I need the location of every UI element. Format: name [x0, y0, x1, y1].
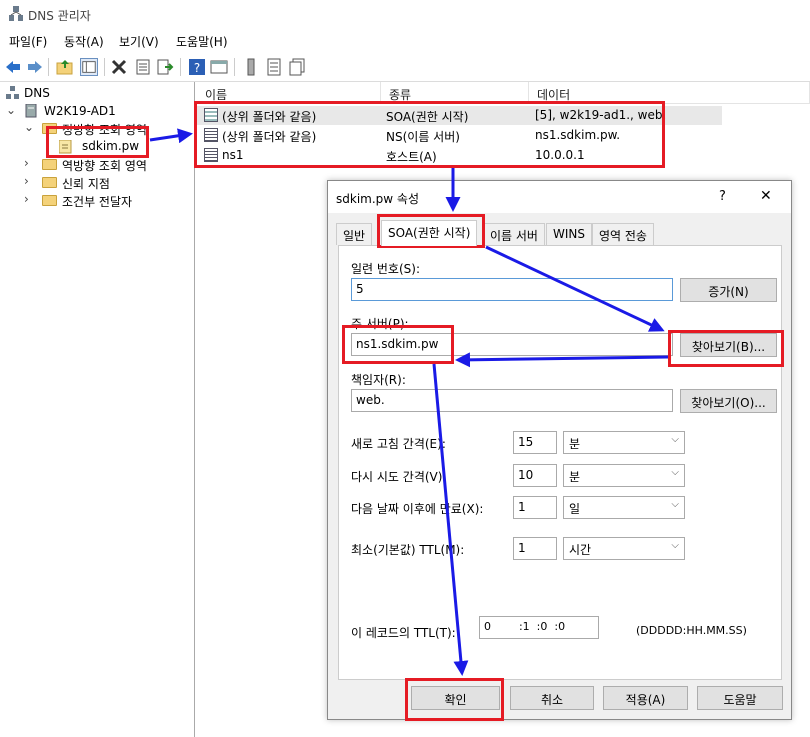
chevron-down-icon: ⌵	[671, 499, 679, 510]
back-arrow-icon[interactable]	[4, 58, 22, 76]
min-ttl-field[interactable]: 1	[513, 537, 557, 560]
folder-icon	[42, 177, 57, 188]
menu-view[interactable]: 보기(V)	[119, 33, 159, 50]
tab-wins[interactable]: WINS	[546, 223, 592, 245]
chevron-down-icon: ⌵	[671, 467, 679, 478]
tab-zone-transfers[interactable]: 영역 전송	[592, 223, 654, 245]
svg-text:?: ?	[194, 61, 200, 75]
retry-interval-label: 다시 시도 간격(V):	[351, 470, 447, 484]
increment-button[interactable]: 증가(N)	[680, 278, 777, 302]
min-ttl-unit-select[interactable]: 시간 ⌵	[563, 537, 685, 560]
console-tree: DNS ⌄ W2K19-AD1 ⌄ 정방향 조회 영역 sdkim.pw › 역…	[0, 82, 195, 737]
record-ttl-field[interactable]: 0 :1 :0 :0	[479, 616, 599, 639]
refresh-interval-field[interactable]: 15	[513, 431, 557, 454]
multi-record-icon[interactable]	[288, 58, 306, 76]
serial-number-field[interactable]: 5	[351, 278, 673, 301]
highlight-ok-button	[405, 678, 504, 721]
tree-label: 신뢰 지점	[62, 177, 110, 191]
expire-field[interactable]: 1	[513, 496, 557, 519]
tree-label: DNS	[24, 86, 50, 100]
delete-icon[interactable]	[110, 58, 128, 76]
ttl-format-hint: (DDDDD:HH.MM.SS)	[636, 624, 747, 637]
expire-label: 다음 날짜 이후에 만료(X):	[351, 502, 484, 516]
dns-app-icon	[9, 6, 23, 21]
toolbar-divider	[234, 58, 235, 76]
chevron-right-icon[interactable]: ›	[24, 174, 29, 188]
responsible-label: 책임자(R):	[351, 373, 406, 387]
expire-unit-select[interactable]: 일 ⌵	[563, 496, 685, 519]
chevron-down-icon: ⌵	[671, 434, 679, 445]
title-bar: DNS 관리자	[0, 0, 810, 28]
server-icon[interactable]	[242, 58, 260, 76]
browse-responsible-button[interactable]: 찾아보기(O)...	[680, 389, 777, 413]
toolbar-divider	[180, 58, 181, 76]
folder-icon	[42, 159, 57, 170]
record-ttl-label: 이 레코드의 TTL(T):	[351, 626, 456, 640]
up-folder-icon[interactable]	[56, 58, 74, 76]
retry-unit-select[interactable]: 분 ⌵	[563, 464, 685, 487]
view-pane-icon[interactable]	[210, 58, 228, 76]
chevron-down-icon[interactable]: ⌄	[24, 120, 34, 134]
dialog-close-icon[interactable]: ✕	[760, 188, 772, 204]
folder-icon	[42, 195, 57, 206]
menu-action[interactable]: 동작(A)	[64, 33, 104, 50]
tree-label: W2K19-AD1	[44, 104, 116, 118]
tree-label: 조건부 전달자	[62, 195, 133, 209]
toolbar-divider	[48, 58, 49, 76]
tab-soa[interactable]: SOA(권한 시작)	[381, 220, 478, 246]
serial-label: 일련 번호(S):	[351, 262, 420, 276]
properties-icon[interactable]	[134, 58, 152, 76]
forward-arrow-icon[interactable]	[26, 58, 44, 76]
help-icon[interactable]: ?	[188, 58, 206, 76]
tab-general[interactable]: 일반	[336, 223, 373, 245]
help-button[interactable]: 도움말	[697, 686, 783, 710]
zone-properties-dialog: sdkim.pw 속성 ? ✕ 일반 SOA(권한 시작) 이름 서버 WINS…	[327, 180, 792, 720]
menu-file[interactable]: 파일(F)	[9, 33, 47, 50]
toolbar: ?	[0, 52, 810, 82]
refresh-unit-select[interactable]: 분 ⌵	[563, 431, 685, 454]
highlight-records	[194, 101, 665, 168]
refresh-interval-label: 새로 고침 간격(E):	[351, 437, 446, 451]
dialog-title-bar: sdkim.pw 속성 ? ✕	[328, 181, 791, 213]
menu-help[interactable]: 도움말(H)	[176, 33, 228, 50]
export-icon[interactable]	[156, 58, 174, 76]
cancel-button[interactable]: 취소	[510, 686, 594, 710]
console-tree-icon[interactable]	[80, 58, 98, 76]
min-ttl-label: 최소(기본값) TTL(M):	[351, 543, 465, 557]
window-title: DNS 관리자	[28, 9, 91, 23]
highlight-zone	[46, 126, 149, 158]
menu-bar: 파일(F) 동작(A) 보기(V) 도움말(H)	[0, 29, 810, 51]
tab-name-servers[interactable]: 이름 서버	[483, 223, 545, 245]
chevron-right-icon[interactable]: ›	[24, 156, 29, 170]
retry-interval-field[interactable]: 10	[513, 464, 557, 487]
chevron-down-icon: ⌵	[671, 540, 679, 551]
toolbar-divider	[104, 58, 105, 76]
tree-label: 역방향 조회 영역	[62, 159, 147, 173]
responsible-person-field[interactable]: web.	[351, 389, 673, 412]
soa-tab-panel: 일련 번호(S): 5 증가(N) 주 서버(P): ns1.sdkim.pw …	[338, 245, 782, 680]
dns-tree-icon	[6, 86, 19, 99]
chevron-right-icon[interactable]: ›	[24, 192, 29, 206]
dialog-title: sdkim.pw 속성	[336, 192, 419, 206]
highlight-primary-server	[342, 325, 454, 364]
chevron-down-icon[interactable]: ⌄	[6, 103, 16, 117]
server-icon	[25, 104, 37, 118]
highlight-browse-button	[668, 330, 784, 367]
apply-button[interactable]: 적용(A)	[603, 686, 688, 710]
dialog-help-icon[interactable]: ?	[719, 189, 726, 204]
record-list-icon[interactable]	[265, 58, 283, 76]
